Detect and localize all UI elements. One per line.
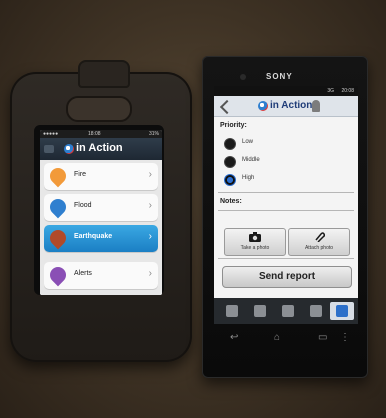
ios-status-bar: ●●●●● 18:08 31%	[40, 130, 162, 138]
radio-label: Middle	[242, 157, 260, 163]
ios-battery: 31%	[148, 131, 159, 137]
android-navigation-keys: ↩ ⌂ ▭ ⋮	[222, 330, 350, 346]
in-action-logo-icon	[258, 101, 268, 111]
alerts-pin-icon	[46, 263, 70, 287]
iphone-screen: ●●●●● 18:08 31% in Action Fire › Flood ›…	[40, 130, 162, 295]
back-key-icon[interactable]: ↩	[230, 332, 238, 343]
home-key-icon[interactable]: ⌂	[274, 332, 280, 343]
person-icon	[254, 305, 266, 317]
case-speaker-grille	[66, 96, 132, 122]
list-item-flood[interactable]: Flood ›	[44, 194, 158, 221]
radio-label: Low	[242, 139, 254, 145]
chevron-right-icon: ›	[148, 268, 152, 279]
android-action-bar: in Action	[214, 96, 358, 117]
tab-person[interactable]	[248, 302, 272, 320]
section-divider	[218, 192, 354, 193]
chevron-right-icon: ›	[148, 200, 152, 211]
radio-label: High	[242, 175, 255, 181]
chevron-right-icon: ›	[148, 231, 152, 242]
recent-apps-key-icon[interactable]: ▭	[318, 332, 327, 343]
house-icon	[226, 305, 238, 317]
fire-pin-icon	[46, 164, 70, 188]
menu-key-icon[interactable]: ⋮	[340, 332, 350, 343]
camera-icon	[249, 232, 261, 242]
cow-icon	[282, 305, 294, 317]
buttons-divider	[218, 258, 354, 259]
incident-type-list: Fire › Flood › Earthquake › Alerts ›	[40, 160, 162, 295]
notes-title: Notes:	[220, 198, 242, 205]
bottom-tab-bar	[214, 298, 358, 324]
list-item-earthquake[interactable]: Earthquake ›	[44, 225, 158, 252]
tab-animals[interactable]	[276, 302, 300, 320]
list-item-alerts[interactable]: Alerts ›	[44, 262, 158, 289]
android-screen: 3G 20:08 in Action Priority: Low Middle …	[214, 86, 358, 324]
ios-navigation-bar: in Action	[40, 138, 162, 160]
send-report-button[interactable]: Send report	[222, 266, 352, 288]
sony-brand-logo: SONY	[266, 72, 293, 81]
android-signal: 3G	[327, 88, 334, 94]
android-status-bar: 3G 20:08	[214, 86, 358, 96]
attach-photo-label: Attach photo	[304, 245, 334, 251]
chevron-right-icon: ›	[148, 169, 152, 180]
android-clock: 20:08	[341, 88, 354, 94]
list-item-label: Flood	[74, 202, 92, 209]
take-photo-button[interactable]: Take a photo	[224, 228, 286, 256]
back-arrow-icon[interactable]	[219, 99, 235, 115]
take-photo-label: Take a photo	[240, 245, 270, 251]
paperclip-icon	[315, 232, 325, 242]
notes-divider	[218, 210, 354, 211]
radio-low[interactable]	[224, 138, 236, 150]
ios-carrier-signal: ●●●●●	[43, 131, 59, 137]
in-action-logo-icon	[64, 144, 74, 154]
radio-middle[interactable]	[224, 156, 236, 168]
tab-health[interactable]	[304, 302, 328, 320]
back-button[interactable]	[44, 145, 54, 153]
case-clip	[78, 60, 130, 88]
app-brand-title: in Action	[270, 100, 313, 111]
flood-pin-icon	[46, 195, 70, 219]
attach-photo-button[interactable]: Attach photo	[288, 228, 350, 256]
tab-home[interactable]	[220, 302, 244, 320]
ios-clock: 18:08	[88, 131, 101, 137]
radio-high[interactable]	[224, 174, 236, 186]
list-item-label: Earthquake	[74, 233, 113, 240]
person-icon[interactable]	[312, 100, 320, 112]
tab-report[interactable]	[330, 302, 354, 320]
earthquake-pin-icon	[46, 226, 70, 250]
list-item-fire[interactable]: Fire ›	[44, 163, 158, 190]
document-icon	[336, 305, 348, 317]
list-item-label: Alerts	[74, 270, 92, 277]
app-brand-title: in Action	[76, 142, 123, 154]
list-item-label: Fire	[74, 171, 87, 178]
front-camera-icon	[240, 74, 246, 80]
heart-icon	[310, 305, 322, 317]
priority-title: Priority:	[220, 122, 247, 129]
